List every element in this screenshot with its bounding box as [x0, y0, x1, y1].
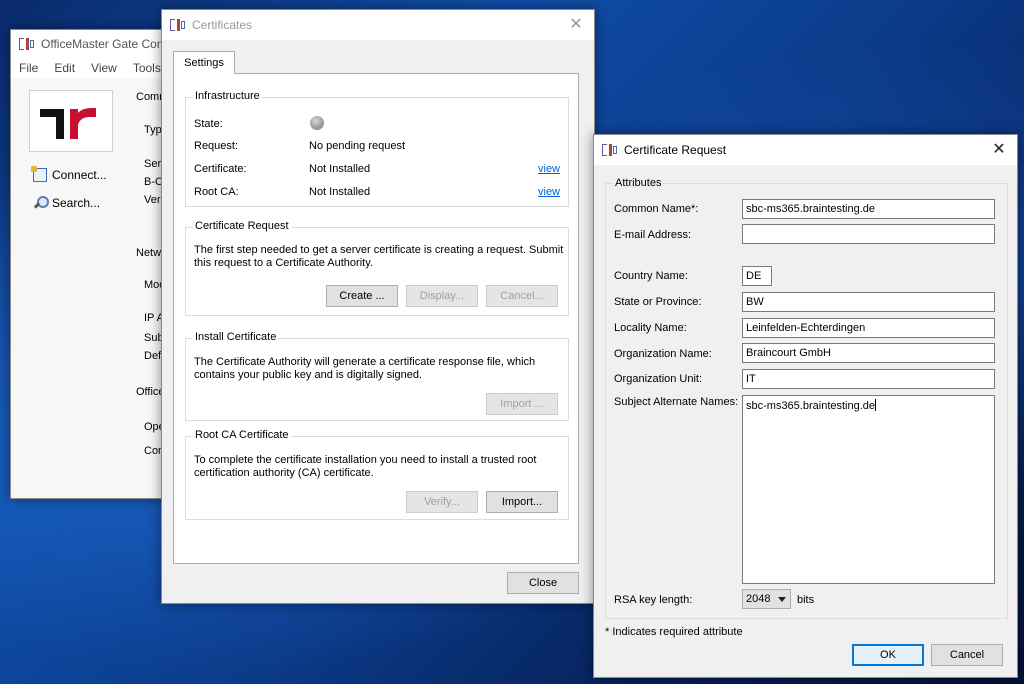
request-app-icon	[602, 143, 618, 157]
email-label: E-mail Address:	[614, 229, 692, 241]
search-label: Search...	[52, 196, 101, 210]
chevron-down-icon	[778, 597, 786, 602]
search-icon	[33, 196, 49, 210]
app-menubar: File Edit View Tools	[11, 58, 169, 78]
certificate-request-dialog[interactable]: Certificate Request ✕ Attributes Common …	[593, 134, 1018, 678]
connect-icon	[31, 166, 47, 182]
attributes-title: Attributes	[613, 177, 664, 189]
install-certificate-group: Install Certificate The Certificate Auth…	[185, 331, 569, 421]
close-icon[interactable]: ✕	[568, 16, 584, 32]
import-response-button[interactable]: Import ...	[486, 393, 558, 415]
infrastructure-group: Infrastructure State: Request: No pendin…	[185, 90, 569, 207]
organization-unit-field[interactable]: IT	[742, 369, 995, 389]
required-note: * Indicates required attribute	[605, 626, 743, 638]
state-province-label: State or Province:	[614, 296, 702, 308]
close-icon[interactable]: ✕	[991, 141, 1007, 157]
rsa-unit-label: bits	[797, 594, 815, 606]
verify-button[interactable]: Verify...	[406, 491, 478, 513]
rootca-value: Not Installed	[309, 186, 371, 198]
certificate-request-text: The first step needed to get a server ce…	[194, 244, 564, 269]
rootca-view-link[interactable]: view	[538, 186, 560, 198]
country-label: Country Name:	[614, 270, 688, 282]
state-label: State:	[194, 118, 223, 130]
app-titlebar[interactable]: OfficeMaster Gate Conf	[11, 30, 169, 58]
cut-label: Typ	[144, 124, 162, 136]
certificate-view-link[interactable]: view	[538, 163, 560, 175]
import-rootca-button[interactable]: Import...	[486, 491, 558, 513]
infrastructure-title: Infrastructure	[193, 90, 262, 102]
san-value: sbc-ms365.braintesting.de	[746, 400, 876, 412]
rootca-certificate-text: To complete the certificate installation…	[194, 454, 537, 479]
email-field[interactable]	[742, 224, 995, 244]
display-button[interactable]: Display...	[406, 285, 478, 307]
request-value: No pending request	[309, 140, 406, 152]
rootca-label: Root CA:	[194, 186, 239, 198]
request-title: Certificate Request	[624, 143, 727, 157]
cut-label: Netw	[136, 247, 162, 259]
certificate-request-group: Certificate Request The first step neede…	[185, 220, 569, 316]
menu-view[interactable]: View	[83, 61, 125, 75]
rsa-key-length-select[interactable]: 2048	[742, 589, 791, 609]
common-name-label: Common Name*:	[614, 203, 699, 215]
common-name-field[interactable]: sbc-ms365.braintesting.de	[742, 199, 995, 219]
organization-field[interactable]: Braincourt GmbH	[742, 343, 995, 363]
menu-edit[interactable]: Edit	[46, 61, 83, 75]
cancel-request-button[interactable]: Cancel...	[486, 285, 558, 307]
certificate-label: Certificate:	[194, 163, 247, 175]
certificate-request-title: Certificate Request	[193, 220, 291, 232]
san-label: Subject Alternate Names:	[614, 396, 739, 408]
text-caret	[875, 399, 877, 411]
certificates-window[interactable]: Certificates ✕ Settings Infrastructure S…	[161, 9, 595, 604]
rootca-certificate-group: Root CA Certificate To complete the cert…	[185, 429, 569, 520]
rsa-key-length-label: RSA key length:	[614, 594, 693, 606]
certificates-app-icon	[170, 18, 186, 32]
state-indicator-icon	[310, 116, 324, 130]
logo	[29, 90, 113, 152]
organization-label: Organization Name:	[614, 348, 712, 360]
logo-mark-icon	[40, 108, 96, 139]
search-link[interactable]: Search...	[33, 196, 100, 210]
connect-label: Connect...	[52, 168, 107, 182]
app-content: Connect... Search... Comm Typ Seri B-C V…	[11, 78, 169, 498]
tab-settings[interactable]: Settings	[173, 51, 235, 74]
ok-button[interactable]: OK	[852, 644, 924, 666]
rsa-key-length-value: 2048	[746, 593, 771, 605]
rootca-certificate-title: Root CA Certificate	[193, 429, 291, 441]
state-province-field[interactable]: BW	[742, 292, 995, 312]
close-button[interactable]: Close	[507, 572, 579, 594]
certificates-title: Certificates	[192, 18, 253, 32]
officemaster-window[interactable]: OfficeMaster Gate Conf File Edit View To…	[10, 29, 170, 499]
country-field[interactable]: DE	[742, 266, 772, 286]
app-icon	[19, 37, 35, 51]
organization-unit-label: Organization Unit:	[614, 373, 703, 385]
settings-panel: Infrastructure State: Request: No pendin…	[173, 73, 579, 564]
certificate-value: Not Installed	[309, 163, 371, 175]
install-certificate-title: Install Certificate	[193, 331, 279, 343]
request-titlebar[interactable]: Certificate Request ✕	[594, 135, 1017, 165]
san-textarea[interactable]: sbc-ms365.braintesting.de	[742, 395, 995, 584]
request-label: Request:	[194, 140, 239, 152]
locality-field[interactable]: Leinfelden-Echterdingen	[742, 318, 995, 338]
install-certificate-text: The Certificate Authority will generate …	[194, 356, 536, 381]
locality-label: Locality Name:	[614, 322, 687, 334]
certificates-titlebar[interactable]: Certificates ✕	[162, 10, 594, 40]
create-button[interactable]: Create ...	[326, 285, 398, 307]
app-title: OfficeMaster Gate Conf	[41, 37, 167, 51]
menu-file[interactable]: File	[11, 61, 46, 75]
connect-link[interactable]: Connect...	[31, 166, 107, 182]
cancel-button[interactable]: Cancel	[931, 644, 1003, 666]
